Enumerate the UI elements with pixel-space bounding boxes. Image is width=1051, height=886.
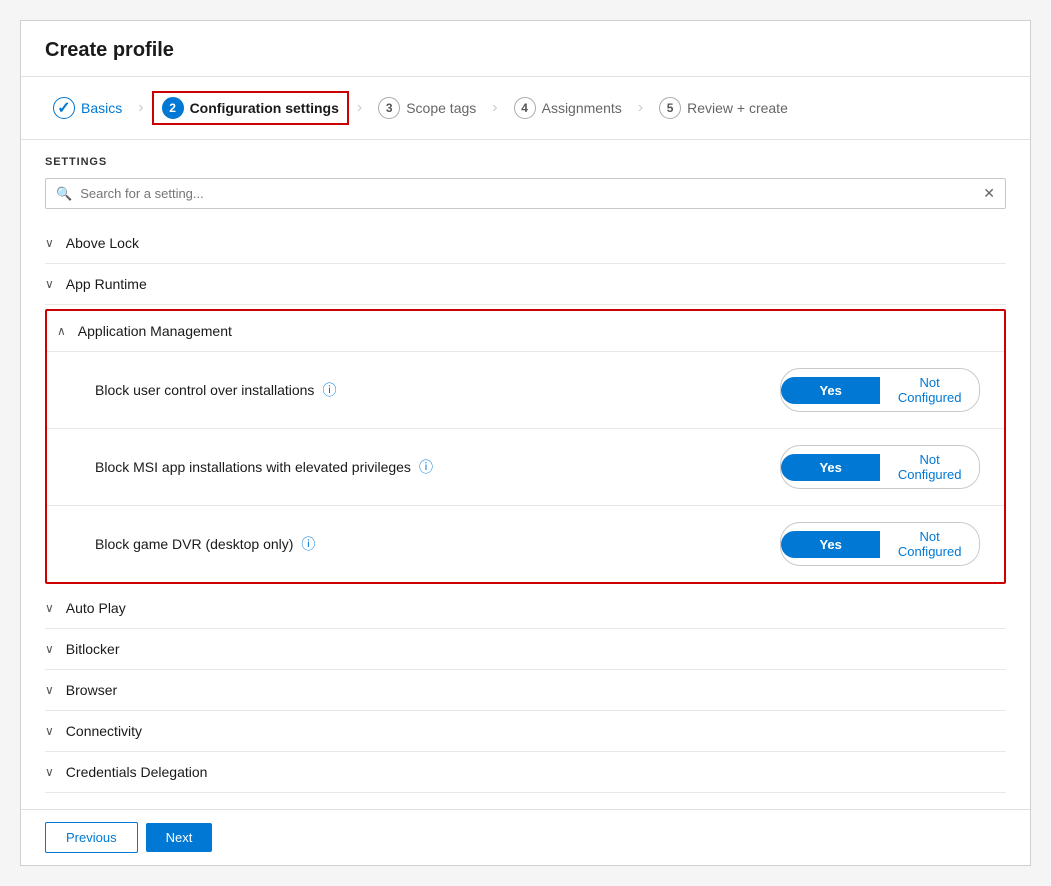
category-bitlocker[interactable]: ∨ Bitlocker [45, 629, 1006, 670]
toggle-not-configured-block-game-dvr[interactable]: Not Configured [880, 523, 979, 565]
step-basics[interactable]: ✓ Basics [45, 93, 130, 123]
settings-section-label: SETTINGS [45, 156, 1006, 168]
step-separator-3: › [492, 99, 497, 117]
setting-block-game-dvr-label: Block game DVR (desktop only) ⓘ [95, 534, 615, 554]
create-profile-panel: Create profile ✓ Basics › 2 Configuratio… [20, 20, 1031, 866]
info-icon-block-msi[interactable]: ⓘ [419, 457, 433, 477]
chevron-credentials-icon: ∨ [45, 765, 54, 779]
search-icon: 🔍 [56, 186, 72, 202]
toggle-yes-block-user-control[interactable]: Yes [781, 377, 880, 404]
step-review-label: Review + create [687, 100, 788, 116]
step-basics-label: Basics [81, 100, 122, 116]
category-credentials-delegation[interactable]: ∨ Credentials Delegation [45, 752, 1006, 793]
main-content: SETTINGS 🔍 ✕ ∨ Above Lock ∨ App Runtime … [21, 140, 1030, 809]
footer: Previous Next [21, 809, 1030, 865]
step-separator-1: › [138, 99, 143, 117]
setting-block-game-dvr: Block game DVR (desktop only) ⓘ Yes Not … [47, 506, 1004, 582]
toggle-yes-block-game-dvr[interactable]: Yes [781, 531, 880, 558]
chevron-app-management-icon: ∧ [57, 324, 66, 338]
category-above-lock-label: Above Lock [66, 235, 139, 251]
toggle-not-configured-block-user-control[interactable]: Not Configured [880, 369, 979, 411]
category-auto-play[interactable]: ∨ Auto Play [45, 588, 1006, 629]
step-separator-4: › [638, 99, 643, 117]
wizard-steps: ✓ Basics › 2 Configuration settings › 3 … [21, 77, 1030, 140]
category-app-management[interactable]: ∧ Application Management [47, 311, 1004, 352]
step-scope-label: Scope tags [406, 100, 476, 116]
chevron-browser-icon: ∨ [45, 683, 54, 697]
search-bar: 🔍 ✕ [45, 178, 1006, 209]
toggle-block-msi: Yes Not Configured [780, 445, 980, 489]
category-app-runtime-label: App Runtime [66, 276, 147, 292]
chevron-auto-play-icon: ∨ [45, 601, 54, 615]
step-separator-2: › [357, 99, 362, 117]
step-assignments-label: Assignments [542, 100, 622, 116]
category-app-management-label: Application Management [78, 323, 232, 339]
previous-button[interactable]: Previous [45, 822, 138, 853]
category-bitlocker-label: Bitlocker [66, 641, 120, 657]
step-scope-number: 3 [378, 97, 400, 119]
info-icon-block-user-control[interactable]: ⓘ [322, 380, 336, 400]
toggle-yes-block-msi[interactable]: Yes [781, 454, 880, 481]
setting-block-user-control: Block user control over installations ⓘ … [47, 352, 1004, 429]
chevron-connectivity-icon: ∨ [45, 724, 54, 738]
setting-block-msi: Block MSI app installations with elevate… [47, 429, 1004, 506]
step-assignments[interactable]: 4 Assignments [506, 93, 630, 123]
category-auto-play-label: Auto Play [66, 600, 126, 616]
category-connectivity-label: Connectivity [66, 723, 142, 739]
category-app-runtime[interactable]: ∨ App Runtime [45, 264, 1006, 305]
info-icon-block-game-dvr[interactable]: ⓘ [301, 534, 315, 554]
next-button[interactable]: Next [146, 823, 213, 852]
category-credentials-label: Credentials Delegation [66, 764, 208, 780]
chevron-above-lock-icon: ∨ [45, 236, 54, 250]
step-configuration[interactable]: 2 Configuration settings [152, 91, 349, 125]
category-browser-label: Browser [66, 682, 117, 698]
step-review-number: 5 [659, 97, 681, 119]
step-scope[interactable]: 3 Scope tags [370, 93, 484, 123]
step-configuration-label: Configuration settings [190, 100, 339, 116]
step-assignments-number: 4 [514, 97, 536, 119]
toggle-block-user-control: Yes Not Configured [780, 368, 980, 412]
chevron-app-runtime-icon: ∨ [45, 277, 54, 291]
clear-icon[interactable]: ✕ [983, 185, 995, 202]
category-browser[interactable]: ∨ Browser [45, 670, 1006, 711]
search-input[interactable] [80, 186, 975, 201]
chevron-bitlocker-icon: ∨ [45, 642, 54, 656]
category-connectivity[interactable]: ∨ Connectivity [45, 711, 1006, 752]
step-review[interactable]: 5 Review + create [651, 93, 796, 123]
category-above-lock[interactable]: ∨ Above Lock [45, 223, 1006, 264]
setting-block-user-control-label: Block user control over installations ⓘ [95, 380, 615, 400]
step-basics-number: ✓ [53, 97, 75, 119]
step-configuration-number: 2 [162, 97, 184, 119]
toggle-block-game-dvr: Yes Not Configured [780, 522, 980, 566]
setting-block-msi-label: Block MSI app installations with elevate… [95, 457, 615, 477]
toggle-not-configured-block-msi[interactable]: Not Configured [880, 446, 979, 488]
application-management-section: ∧ Application Management Block user cont… [45, 309, 1006, 584]
page-title: Create profile [21, 21, 1030, 77]
